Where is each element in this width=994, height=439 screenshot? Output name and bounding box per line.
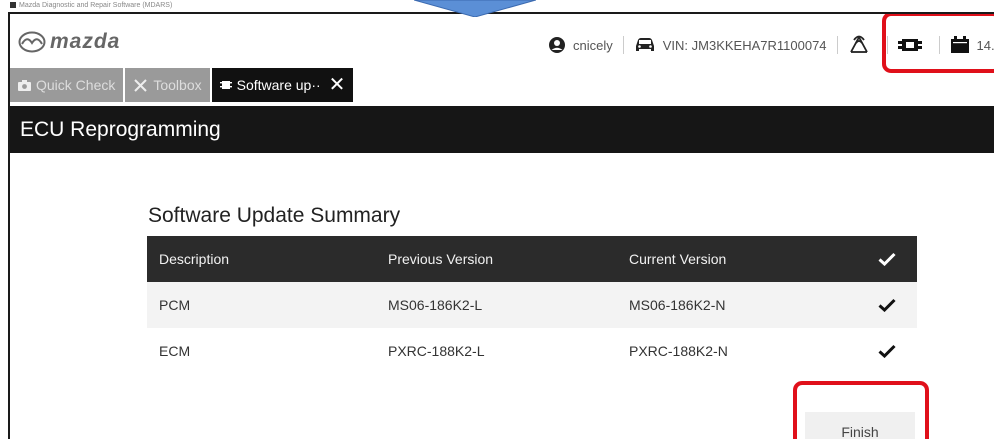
tab-label: Software up··	[236, 77, 321, 93]
software-update-table: Description Previous Version Current Ver…	[147, 236, 917, 374]
cell-current-version: PXRC-188K2-N	[629, 343, 728, 359]
summary-title: Software Update Summary	[148, 204, 401, 227]
cell-current-version: MS06-186K2-N	[629, 297, 726, 313]
checkmark-icon	[857, 252, 917, 266]
tab-software-update[interactable]: Software up·· ✕	[211, 68, 354, 102]
highlight-finish-button	[793, 381, 929, 439]
divider	[836, 36, 838, 54]
camera-icon	[18, 79, 31, 91]
username-label: cnicely	[573, 37, 613, 53]
app-header: mazda cnicely VIN: JM3KKEHA7R1100074 14	[10, 14, 994, 74]
table-header: Description Previous Version Current Ver…	[147, 236, 917, 282]
cell-description: ECM	[159, 343, 191, 359]
tab-bar: Quick Check Toolbox Software up·· ✕	[10, 68, 354, 102]
column-header-previous-version: Previous Version	[388, 251, 494, 267]
tab-toolbox[interactable]: Toolbox	[125, 68, 210, 102]
tab-quick-check[interactable]: Quick Check	[10, 68, 124, 102]
window-title-strip: Mazda Diagnostic and Repair Software (MD…	[10, 0, 200, 11]
mazda-logo: mazda	[18, 30, 120, 54]
column-header-current-version: Current Version	[629, 251, 727, 267]
user-icon	[548, 36, 566, 54]
tab-label: Toolbox	[153, 77, 202, 93]
tools-icon	[133, 78, 148, 93]
table-row: PCM MS06-186K2-L MS06-186K2-N	[147, 282, 917, 328]
page-title: ECU Reprogramming	[10, 106, 994, 153]
checkmark-icon	[857, 344, 917, 358]
checkmark-icon	[857, 298, 917, 312]
highlight-status-icons	[882, 14, 994, 73]
mazda-emblem-icon	[18, 31, 46, 53]
table-row: ECM PXRC-188K2-L PXRC-188K2-N	[147, 328, 917, 374]
brand-wordmark: mazda	[50, 30, 121, 53]
down-arrow-annotation	[414, 0, 536, 17]
cell-previous-version: MS06-186K2-L	[388, 297, 483, 313]
car-icon	[634, 37, 656, 53]
app-window: mazda cnicely VIN: JM3KKEHA7R1100074 14 …	[8, 12, 994, 439]
vci-connection-icon[interactable]	[848, 34, 870, 56]
close-tab-icon[interactable]: ✕	[329, 75, 346, 95]
column-header-description: Description	[159, 251, 230, 267]
tab-label: Quick Check	[36, 77, 116, 93]
cell-description: PCM	[159, 297, 191, 313]
vin-label: VIN: JM3KKEHA7R1100074	[662, 37, 827, 53]
divider	[622, 36, 624, 54]
cell-previous-version: PXRC-188K2-L	[388, 343, 485, 359]
chip-icon	[219, 79, 232, 91]
